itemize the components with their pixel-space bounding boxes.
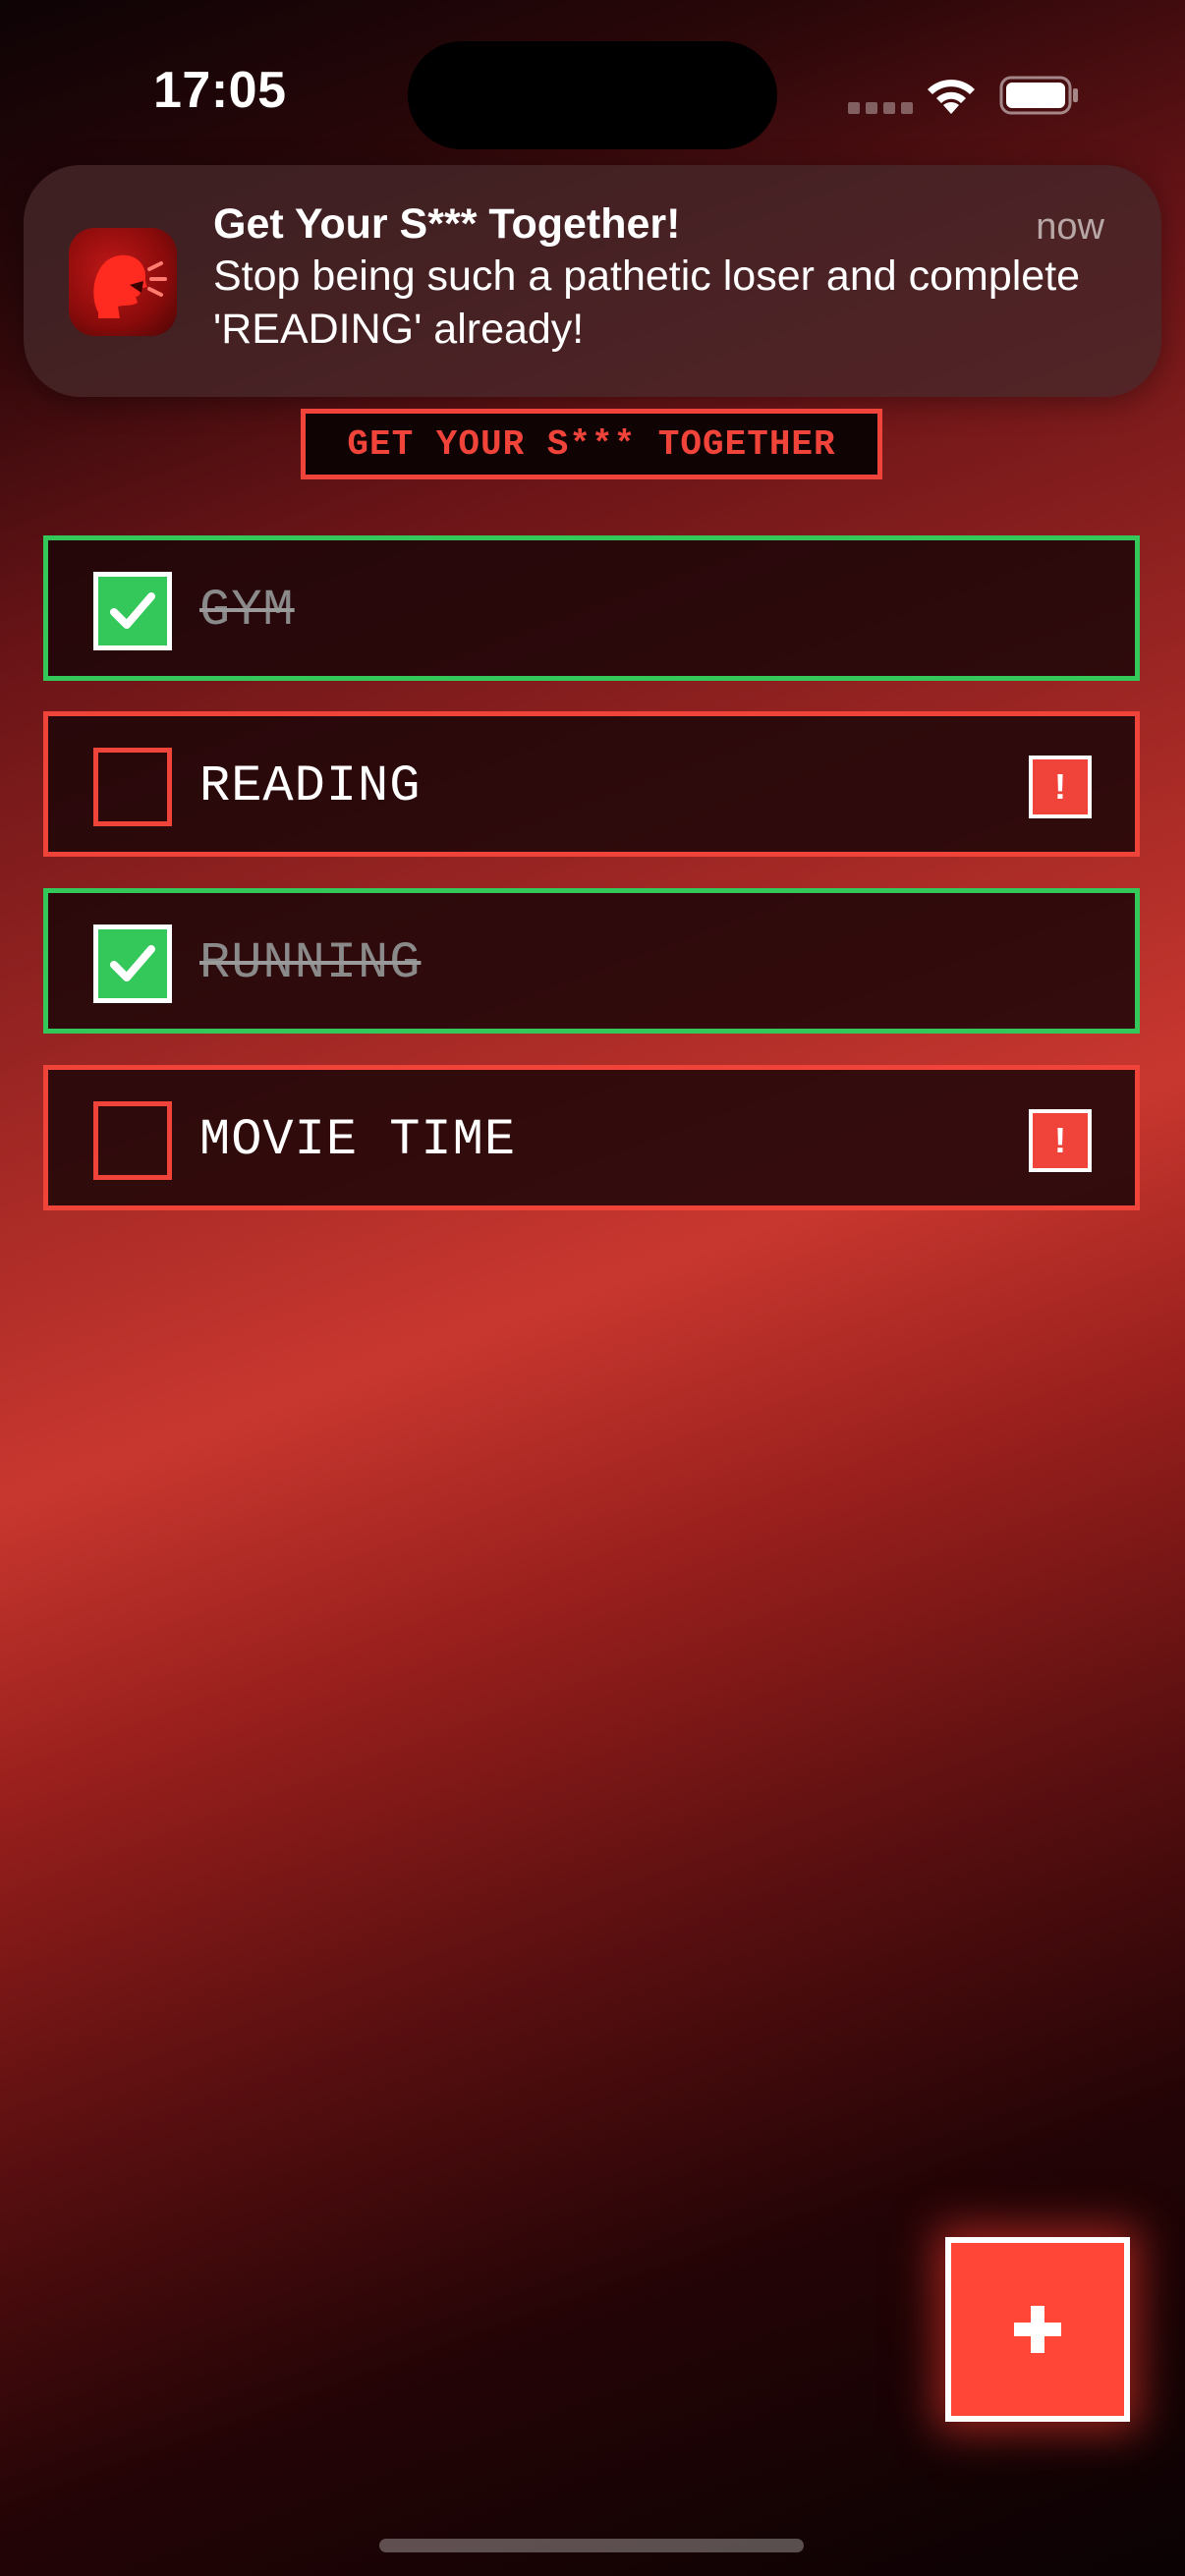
battery-icon [999,75,1080,121]
task-checkbox-checked[interactable] [93,924,172,1003]
wifi-icon [924,75,979,121]
task-row-running[interactable]: RUNNING [43,888,1140,1034]
task-label: GYM [199,582,295,640]
task-label: RUNNING [199,934,422,992]
notification-time: now [1036,206,1104,248]
task-row-gym[interactable]: GYM [43,535,1140,681]
overdue-alert-icon: ! [1029,1109,1092,1172]
notification-title: Get Your S*** Together! [213,200,681,248]
overdue-alert-icon: ! [1029,756,1092,818]
screaming-head-icon [69,228,177,336]
task-row-movie-time[interactable]: MOVIE TIME ! [43,1065,1140,1210]
notification-banner[interactable]: Get Your S*** Together! now Stop being s… [24,165,1161,397]
dynamic-island [408,41,777,149]
app-title-banner: GET YOUR S*** TOGETHER [301,409,882,479]
plus-icon [1014,2306,1061,2353]
notification-body: Stop being such a pathetic loser and com… [213,252,1081,353]
task-label: READING [199,757,422,815]
home-indicator[interactable] [379,2539,804,2552]
task-checkbox-unchecked[interactable] [93,1101,172,1180]
task-checkbox-unchecked[interactable] [93,748,172,826]
cellular-signal-icon [848,102,913,114]
add-task-button[interactable] [945,2237,1130,2422]
task-row-reading[interactable]: READING ! [43,711,1140,857]
task-checkbox-checked[interactable] [93,572,172,650]
status-time: 17:05 [153,62,287,119]
task-label: MOVIE TIME [199,1111,517,1169]
